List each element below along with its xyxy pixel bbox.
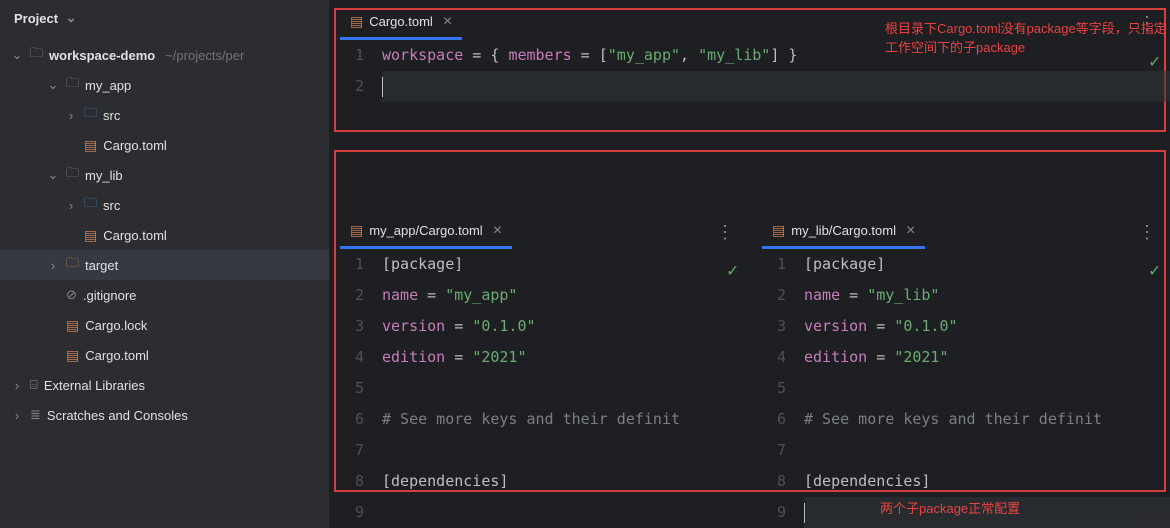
lock-icon: ▤ [66,317,79,334]
toml-icon: ▤ [350,222,363,239]
tree-row[interactable]: › 🗀 src [0,190,329,220]
tree-label: Cargo.toml [85,348,149,363]
scratches-icon: ≣ [30,407,41,423]
folder-icon: 🗀 [30,44,43,66]
project-toolwindow-header[interactable]: Project ⌄ [0,0,329,36]
project-tree[interactable]: ⌄ 🗀 workspace-demo ~/projects/per ⌄🗀my_a… [0,36,329,528]
root-label: workspace-demo [49,48,155,63]
tab-my-app-cargo-toml[interactable]: ▤ my_app/Cargo.toml × [340,215,512,249]
chevron-icon: ⌄ [46,77,60,93]
check-ok-icon: ✓ [1149,255,1160,286]
annotation-bottom: 两个子package正常配置 [880,498,1020,517]
editor-tabbar: ▤ my_lib/Cargo.toml × ⋮ [752,215,1170,249]
toml-icon: ▤ [84,137,97,154]
check-ok-icon: ✓ [727,255,738,286]
code-lines: workspace = { members = ["my_app", "my_l… [382,40,1170,203]
chevron-icon: › [46,258,60,273]
close-icon[interactable]: × [493,222,502,240]
tab-label: Cargo.toml [369,14,433,29]
tree-row[interactable]: ▤ Cargo.toml [0,220,329,250]
code-lines: [package]name = "my_app"version = "0.1.0… [382,249,748,528]
tree-row[interactable]: ▤ Cargo.lock [0,310,329,340]
gutter: 12 [330,40,382,203]
chevron-icon: › [64,198,78,213]
toml-icon: ▤ [350,13,363,30]
tree-row[interactable]: ▤ Cargo.toml [0,340,329,370]
tree-label: src [103,198,120,213]
tree-label: Cargo.lock [85,318,147,333]
code-editor[interactable]: 123456789 [package]name = "my_app"versio… [330,249,748,528]
tab-label: my_lib/Cargo.toml [791,223,896,238]
tree-label: src [103,108,120,123]
chevron-down-icon: ⌄ [64,10,78,26]
chevron-icon: › [64,108,78,123]
tree-label: my_app [85,78,131,93]
chevron-icon: ⌄ [46,167,60,183]
tree-row[interactable]: ⌄ 🗀 my_app [0,70,329,100]
tree-label: .gitignore [83,288,136,303]
more-icon[interactable]: ⋮ [708,222,742,243]
editor-tabbar: ▤ my_app/Cargo.toml × ⋮ [330,215,748,249]
external-libraries[interactable]: › ⌸ External Libraries [0,370,329,400]
tree-label: target [85,258,118,273]
tree-label: Cargo.toml [103,138,167,153]
more-icon[interactable]: ⋮ [1130,222,1164,243]
tree-row[interactable]: ⊘ .gitignore [0,280,329,310]
folder-icon: 🗀 [66,74,79,96]
project-title: Project [14,11,58,26]
editor-my-app: ▤ my_app/Cargo.toml × ⋮ 123456789 [packa… [330,215,748,528]
tree-row[interactable]: ⌄ 🗀 my_lib [0,160,329,190]
editor-area: 根目录下Cargo.toml没有package等字段，只指定工作空间下的子pac… [330,0,1170,528]
tree-label: Cargo.toml [103,228,167,243]
tab-my-lib-cargo-toml[interactable]: ▤ my_lib/Cargo.toml × [762,215,925,249]
folder-icon: 🗀 [66,164,79,186]
ign-icon: ⊘ [66,287,77,303]
tree-label: my_lib [85,168,123,183]
tab-label: my_app/Cargo.toml [369,223,482,238]
code-editor[interactable]: 12 workspace = { members = ["my_app", "m… [330,40,1170,203]
close-icon[interactable]: × [906,222,915,240]
toml-icon: ▤ [772,222,785,239]
library-icon: ⌸ [30,377,38,393]
code-lines: [package]name = "my_lib"version = "0.1.0… [804,249,1170,528]
toml-icon: ▤ [84,227,97,244]
annotation-top: 根目录下Cargo.toml没有package等字段，只指定工作空间下的子pac… [885,18,1170,56]
tab-cargo-toml[interactable]: ▤ Cargo.toml × [340,6,462,40]
tree-row[interactable]: › 🗀 target [0,250,329,280]
folder-tgt-icon: 🗀 [66,254,79,276]
project-sidebar: Project ⌄ ⌄ 🗀 workspace-demo ~/projects/… [0,0,330,528]
folder-src-icon: 🗀 [84,194,97,216]
root-hint: ~/projects/per [165,48,244,63]
code-editor[interactable]: 123456789 [package]name = "my_lib"versio… [752,249,1170,528]
gutter: 123456789 [330,249,382,528]
chevron-right-icon: › [10,378,24,393]
editor-my-lib: ▤ my_lib/Cargo.toml × ⋮ 123456789 [packa… [752,215,1170,528]
tree-root[interactable]: ⌄ 🗀 workspace-demo ~/projects/per [0,40,329,70]
chevron-down-icon: ⌄ [10,47,24,63]
close-icon[interactable]: × [443,13,452,31]
tree-row[interactable]: ▤ Cargo.toml [0,130,329,160]
scratches-and-consoles[interactable]: › ≣ Scratches and Consoles [0,400,329,430]
toml-icon: ▤ [66,347,79,364]
tree-row[interactable]: › 🗀 src [0,100,329,130]
folder-src-icon: 🗀 [84,104,97,126]
chevron-right-icon: › [10,408,24,423]
gutter: 123456789 [752,249,804,528]
